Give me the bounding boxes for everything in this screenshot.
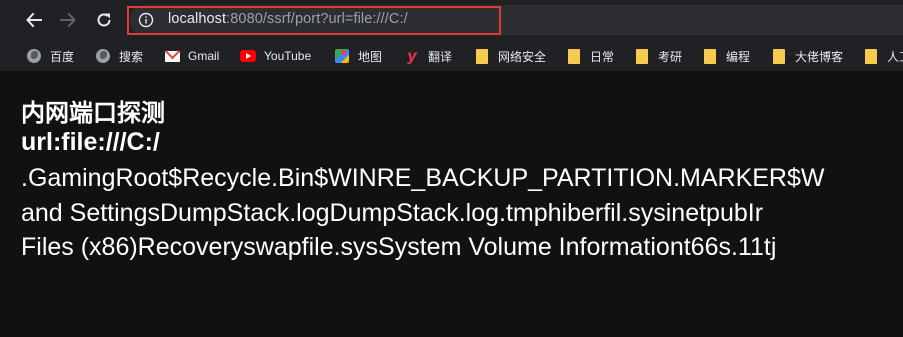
url-text[interactable]: localhost:8080/ssrf/port?url=file:///C:/ (168, 11, 408, 27)
info-icon[interactable] (138, 12, 154, 28)
bookmark-maps[interactable]: 地图 (334, 46, 382, 66)
bookmark-search[interactable]: 搜索 (95, 46, 143, 66)
maps-icon (334, 48, 350, 64)
youtube-icon (240, 48, 256, 64)
bookmark-label: 百度 (50, 49, 75, 64)
bookmark-baidu[interactable]: 百度 (26, 46, 74, 66)
directory-listing-line: and SettingsDumpStack.logDumpStack.log.t… (21, 199, 764, 227)
browser-toolbar: localhost:8080/ssrf/port?url=file:///C:/ (0, 0, 903, 40)
url-host: localhost (168, 11, 227, 27)
bookmark-youtube[interactable]: YouTube (240, 46, 311, 66)
bookmark-label: 翻译 (428, 49, 453, 64)
bookmark-label: 大佬博客 (795, 49, 844, 64)
reload-icon (97, 13, 111, 27)
folder-icon (566, 48, 582, 64)
url-heading: url:file:///C:/ (21, 128, 160, 156)
arrow-right-icon (60, 12, 76, 28)
url-path: :8080/ssrf/port?url=file:///C:/ (226, 11, 408, 27)
bookmark-folder-security[interactable]: 网络安全 (474, 46, 546, 66)
bookmark-folder-daily[interactable]: 日常 (566, 46, 614, 66)
bookmark-label: 日常 (590, 49, 615, 64)
folder-icon (771, 48, 787, 64)
bookmark-label: Gmail (188, 49, 220, 63)
back-button[interactable] (20, 6, 48, 34)
directory-listing-line: .GamingRoot$Recycle.Bin$WINRE_BACKUP_PAR… (21, 164, 825, 192)
bookmark-label: 网络安全 (498, 49, 547, 64)
youdao-icon: y (407, 47, 417, 65)
address-bar[interactable]: localhost:8080/ssrf/port?url=file:///C:/ (130, 5, 903, 35)
bookmark-folder-blogs[interactable]: 大佬博客 (771, 46, 843, 66)
bookmark-label: 人工 (887, 49, 903, 64)
bookmark-folder-ai[interactable]: 人工 (863, 46, 903, 66)
folder-icon (863, 48, 879, 64)
folder-icon (474, 48, 490, 64)
bookmark-label: 编程 (726, 49, 751, 64)
bookmarks-bar: 百度 搜索 Gmail YouTube 地图 y 翻译 网络安全 日常 考研 编… (0, 40, 903, 71)
arrow-left-icon (26, 12, 42, 28)
folder-icon (702, 48, 718, 64)
folder-icon (634, 48, 650, 64)
bookmark-folder-exam[interactable]: 考研 (634, 46, 682, 66)
forward-button[interactable] (54, 6, 82, 34)
reload-button[interactable] (90, 6, 118, 34)
bookmark-gmail[interactable]: Gmail (164, 46, 219, 66)
bookmark-label: YouTube (264, 49, 312, 63)
bookmark-translate[interactable]: y 翻译 (404, 46, 452, 66)
globe-icon (26, 48, 42, 64)
directory-listing-line: Files (x86)Recoveryswapfile.sysSystem Vo… (21, 233, 777, 261)
bookmark-label: 考研 (658, 49, 683, 64)
browser-window: localhost:8080/ssrf/port?url=file:///C:/… (0, 0, 903, 337)
bookmark-folder-programming[interactable]: 编程 (702, 46, 750, 66)
page-title: 内网端口探测 (21, 100, 165, 127)
bookmark-label: 地图 (358, 49, 383, 64)
page-content: 内网端口探测 url:file:///C:/ .GamingRoot$Recyc… (0, 71, 903, 337)
bookmark-label: 搜索 (119, 49, 144, 64)
gmail-icon (164, 48, 180, 64)
globe-icon (95, 48, 111, 64)
